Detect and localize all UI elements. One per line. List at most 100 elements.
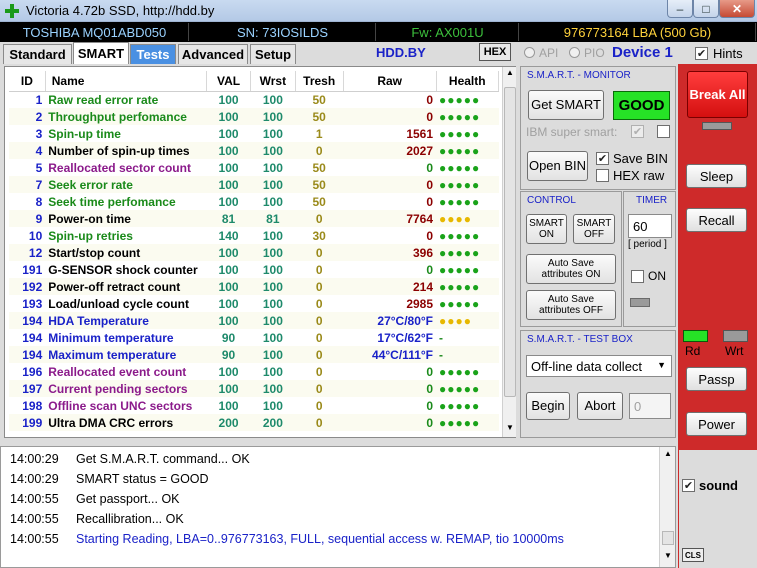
smart-status-badge: GOOD xyxy=(613,91,670,120)
table-row[interactable]: 8 Seek time perfomance 100 100 50 0 ●●●●● xyxy=(9,193,499,210)
table-row[interactable]: 10 Spin-up retries 140 100 30 0 ●●●●● xyxy=(9,227,499,244)
attr-id: 199 xyxy=(9,414,46,431)
table-row[interactable]: 193 Load/unload cycle count 100 100 0 2985 ●●●… xyxy=(9,295,499,312)
table-row[interactable]: 197 Current pending sectors 100 100 0 0 ●●●●● xyxy=(9,380,499,397)
open-bin-button[interactable]: Open BIN xyxy=(527,151,588,181)
attr-threshold: 0 xyxy=(295,397,344,414)
attr-val: 100 xyxy=(206,295,251,312)
attr-raw: 2027 xyxy=(343,142,437,159)
attr-worst: 100 xyxy=(250,329,296,346)
table-row[interactable]: 199 Ultra DMA CRC errors 200 200 0 0 ●●●●● xyxy=(9,414,499,431)
table-scroll-thumb[interactable] xyxy=(504,87,516,397)
table-row[interactable]: 12 Start/stop count 100 100 0 396 ●●●●● xyxy=(9,244,499,261)
power-button[interactable]: Power xyxy=(686,412,747,436)
table-row[interactable]: 196 Reallocated event count 100 100 0 0 ●●●●● xyxy=(9,363,499,380)
ibm-extra-checkbox[interactable] xyxy=(657,125,670,138)
table-row[interactable]: 194 Maximum temperature 90 100 0 44°C/111°F - xyxy=(9,346,499,363)
ibm-super-smart-checkbox[interactable]: ✔ xyxy=(631,125,644,138)
col-id-header[interactable]: ID xyxy=(9,71,46,92)
attr-name: Number of spin-up times xyxy=(45,142,207,159)
table-row[interactable]: 192 Power-off retract count 100 100 0 214 ●●●●… xyxy=(9,278,499,295)
log-scrollbar[interactable]: ▲ ▼ xyxy=(659,447,675,567)
hex-raw-checkbox[interactable] xyxy=(596,169,609,182)
smart-attributes-table: ID Name VAL Wrst Tresh Raw Health 1 Raw r… xyxy=(4,66,516,438)
autosave-off-button[interactable]: Auto Save attributes OFF xyxy=(526,290,616,320)
table-row[interactable]: 9 Power-on time 81 81 0 7764 ●●●● xyxy=(9,210,499,227)
col-wrst-header[interactable]: Wrst xyxy=(250,71,296,92)
break-all-button[interactable]: Break All xyxy=(687,71,748,118)
maximize-button[interactable]: □ xyxy=(693,0,719,18)
timer-period-input[interactable]: 60 xyxy=(628,214,672,238)
table-body: 1 Raw read error rate 100 100 50 0 ●●●●● 2 Throu… xyxy=(9,91,499,431)
col-raw-header[interactable]: Raw xyxy=(343,71,437,92)
attr-id: 196 xyxy=(9,363,46,380)
smart-testbox-panel: S.M.A.R.T. - TEST BOX Off-line data coll… xyxy=(520,330,676,438)
attr-val: 100 xyxy=(206,193,251,210)
col-name-header[interactable]: Name xyxy=(45,71,207,92)
tab-setup[interactable]: Setup xyxy=(250,44,296,64)
attr-health: ●●●●● xyxy=(436,125,499,142)
attr-id: 192 xyxy=(9,278,46,295)
attr-worst: 200 xyxy=(250,414,296,431)
tab-tests[interactable]: Tests xyxy=(130,44,176,64)
attr-name: Current pending sectors xyxy=(45,380,207,397)
attr-health: ●●●●● xyxy=(436,244,499,261)
sound-checkbox[interactable]: ✔ xyxy=(682,479,695,492)
col-health-header[interactable]: Health xyxy=(436,71,500,92)
passport-button[interactable]: Passp xyxy=(686,367,747,391)
clear-log-button[interactable]: CLS xyxy=(682,548,704,562)
log-scroll-thumb[interactable] xyxy=(662,531,674,545)
test-type-select[interactable]: Off-line data collect ▼ xyxy=(526,355,672,377)
tab-smart[interactable]: SMART xyxy=(73,42,129,64)
get-smart-button[interactable]: Get SMART xyxy=(528,90,604,120)
hints-checkbox[interactable]: ✔ xyxy=(695,47,708,60)
table-scrollbar[interactable]: ▲ ▼ xyxy=(502,67,516,437)
smart-on-button[interactable]: SMART ON xyxy=(526,214,567,244)
col-tresh-header[interactable]: Tresh xyxy=(295,71,344,92)
table-row[interactable]: 3 Spin-up time 100 100 1 1561 ●●●●● xyxy=(9,125,499,142)
sleep-button[interactable]: Sleep xyxy=(686,164,747,188)
attr-threshold: 50 xyxy=(295,108,344,125)
attr-val: 100 xyxy=(206,244,251,261)
attr-id: 193 xyxy=(9,295,46,312)
api-radio[interactable] xyxy=(524,47,535,58)
autosave-on-button[interactable]: Auto Save attributes ON xyxy=(526,254,616,284)
close-button[interactable]: ✕ xyxy=(719,0,755,18)
scroll-up-icon[interactable]: ▲ xyxy=(504,68,516,80)
table-row[interactable]: 191 G-SENSOR shock counter 100 100 0 0 ●●●●● xyxy=(9,261,499,278)
hdd-by-link[interactable]: HDD.BY xyxy=(376,45,426,60)
attr-name: Reallocated event count xyxy=(45,363,207,380)
table-row[interactable]: 198 Offline scan UNC sectors 100 100 0 0 ●●●●● xyxy=(9,397,499,414)
pio-radio[interactable] xyxy=(569,47,580,58)
device-label[interactable]: Device 1 xyxy=(612,44,673,61)
attr-threshold: 0 xyxy=(295,380,344,397)
attr-worst: 100 xyxy=(250,244,296,261)
begin-button[interactable]: Begin xyxy=(526,392,570,420)
table-row[interactable]: 2 Throughput perfomance 100 100 50 0 ●●●●● xyxy=(9,108,499,125)
save-bin-checkbox[interactable]: ✔ xyxy=(596,152,609,165)
log-message: Get S.M.A.R.T. command... OK xyxy=(76,452,250,466)
table-row[interactable]: 5 Reallocated sector count 100 100 50 0 ●●●●● xyxy=(9,159,499,176)
minimize-button[interactable]: – xyxy=(667,0,693,18)
smart-off-button[interactable]: SMART OFF xyxy=(573,214,615,244)
attr-threshold: 0 xyxy=(295,346,344,363)
attr-raw: 0 xyxy=(343,261,437,278)
col-val-header[interactable]: VAL xyxy=(206,71,252,92)
timer-on-checkbox[interactable] xyxy=(631,270,644,283)
table-row[interactable]: 194 Minimum temperature 90 100 0 17°C/62°F - xyxy=(9,329,499,346)
test-count-input[interactable]: 0 xyxy=(629,393,671,419)
tab-advanced[interactable]: Advanced xyxy=(178,44,248,64)
attr-id: 10 xyxy=(9,227,46,244)
table-row[interactable]: 4 Number of spin-up times 100 100 0 2027 ●●●●● xyxy=(9,142,499,159)
testbox-title: S.M.A.R.T. - TEST BOX xyxy=(527,334,633,345)
log-scroll-down-icon[interactable]: ▼ xyxy=(662,551,674,563)
table-row[interactable]: 1 Raw read error rate 100 100 50 0 ●●●●● xyxy=(9,91,499,108)
table-row[interactable]: 7 Seek error rate 100 100 50 0 ●●●●● xyxy=(9,176,499,193)
log-scroll-up-icon[interactable]: ▲ xyxy=(662,449,674,461)
scroll-down-icon[interactable]: ▼ xyxy=(504,423,516,435)
abort-button[interactable]: Abort xyxy=(577,392,623,420)
hex-button[interactable]: HEX xyxy=(479,43,511,61)
recall-button[interactable]: Recall xyxy=(686,208,747,232)
tab-standard[interactable]: Standard xyxy=(3,44,72,64)
table-row[interactable]: 194 HDA Temperature 100 100 0 27°C/80°F ●●●● xyxy=(9,312,499,329)
